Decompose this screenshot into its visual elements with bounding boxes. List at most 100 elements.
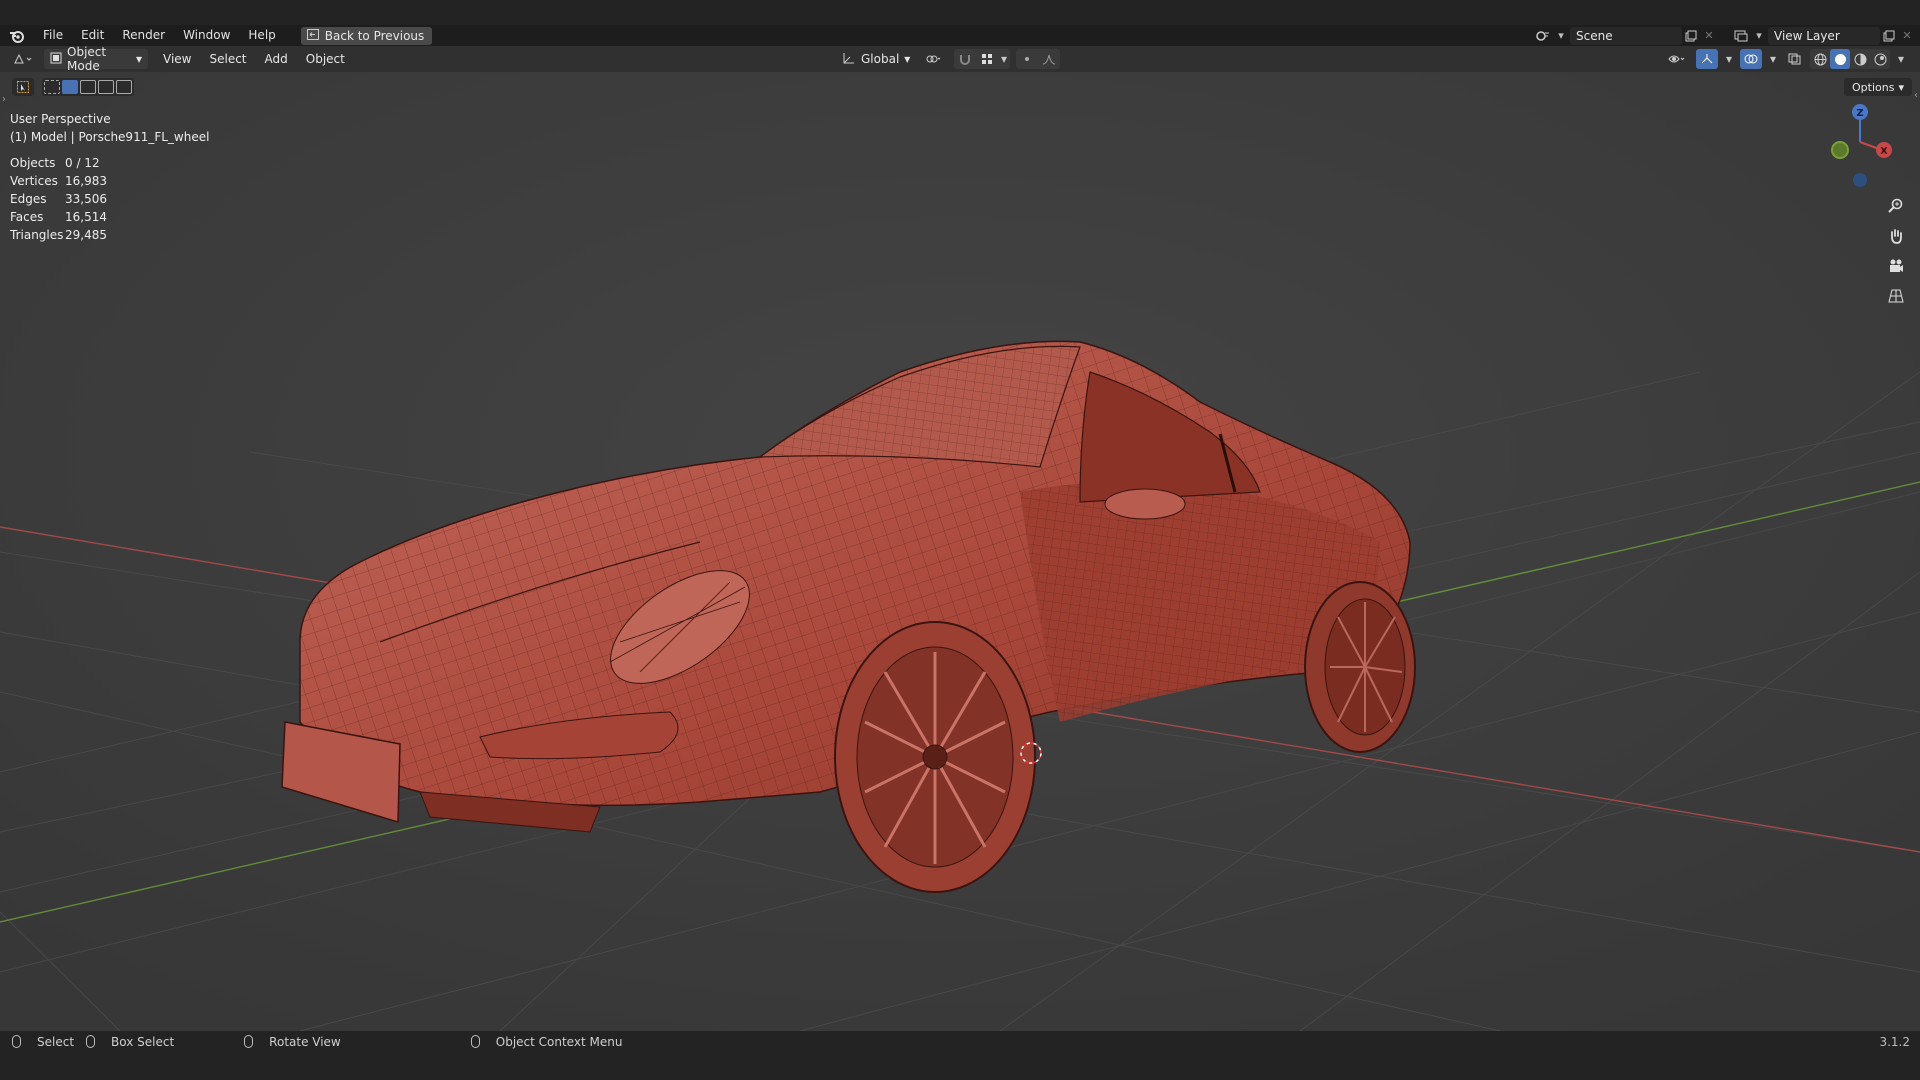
close-scene-icon[interactable]: ✕: [1700, 27, 1718, 45]
navigation-gizmo[interactable]: Z X: [1820, 102, 1900, 192]
object-mode-icon: [50, 52, 62, 67]
blender-logo-icon[interactable]: [0, 25, 34, 46]
chevron-down-icon[interactable]: ▾: [1552, 27, 1570, 45]
visibility-eye-icon[interactable]: [1662, 49, 1692, 69]
select-invert-icon[interactable]: [98, 80, 114, 94]
scene-selector[interactable]: Scene: [1570, 26, 1682, 45]
version-label: 3.1.2: [1879, 1034, 1910, 1049]
editor-type-icon[interactable]: [8, 49, 38, 69]
rendered-shading-icon[interactable]: [1870, 49, 1890, 69]
mouse-left-icon: [12, 1035, 21, 1048]
menu-edit[interactable]: Edit: [72, 25, 113, 46]
gizmo-x-label: X: [1880, 146, 1888, 157]
top-menu-bar: File Edit Render Window Help Back to Pre…: [0, 25, 1920, 46]
proportional-edit-icon[interactable]: [1016, 49, 1038, 69]
pan-hand-icon[interactable]: [1884, 224, 1908, 248]
snap-magnet-icon[interactable]: [954, 49, 976, 69]
stats-row-objects: Objects 0 / 12: [10, 154, 107, 172]
menu-help[interactable]: Help: [239, 25, 284, 46]
select-tool-icon[interactable]: [12, 78, 34, 96]
mouse-right-icon: [470, 1035, 480, 1048]
active-object-label: (1) Model | Porsche911_FL_wheel: [10, 130, 210, 144]
scene-statistics: Objects 0 / 12 Vertices 16,983 Edges 33,…: [10, 154, 107, 244]
status-context-menu-label: Object Context Menu: [495, 1034, 623, 1049]
camera-view-icon[interactable]: [1884, 254, 1908, 278]
pivot-point-icon[interactable]: [918, 49, 948, 69]
bottom-strip: [0, 1052, 1920, 1080]
mouse-drag-icon: [86, 1035, 96, 1048]
viewport-tool-row: [12, 78, 134, 96]
perspective-toggle-icon[interactable]: [1884, 284, 1908, 308]
status-box-select-label: Box Select: [111, 1034, 175, 1049]
header-menu-add[interactable]: Add: [256, 52, 297, 66]
shading-group: [1810, 49, 1890, 69]
snap-increment-icon[interactable]: [976, 49, 998, 69]
menu-render[interactable]: Render: [113, 25, 174, 46]
options-label: Options: [1852, 80, 1895, 94]
wireframe-shading-icon[interactable]: [1810, 49, 1830, 69]
stats-label: Edges: [10, 192, 47, 206]
select-intersect-icon[interactable]: [116, 80, 132, 94]
zoom-icon[interactable]: [1884, 194, 1908, 218]
perspective-label: User Perspective: [10, 112, 111, 126]
view-layer-name: View Layer: [1774, 28, 1840, 43]
back-to-previous-button[interactable]: Back to Previous: [300, 26, 433, 45]
chevron-down-icon[interactable]: ▾: [1766, 49, 1780, 69]
xray-toggle-icon[interactable]: [1784, 49, 1806, 69]
options-dropdown[interactable]: Options ▾: [1844, 78, 1912, 96]
stats-row-vertices: Vertices 16,983: [10, 172, 107, 190]
topbar-right: ▾ Scene ✕ ▾ View Layer ✕: [1534, 25, 1920, 46]
side-mirror: [1104, 488, 1186, 520]
front-wheel: [834, 621, 1036, 893]
overlays-toggle-icon[interactable]: [1740, 49, 1762, 69]
header-menu-view[interactable]: View: [154, 52, 200, 66]
chevron-down-icon: ▾: [135, 52, 142, 66]
status-select-label: Select: [37, 1034, 75, 1049]
toolbar-toggle-icon[interactable]: ›: [2, 94, 6, 105]
close-view-layer-icon[interactable]: ✕: [1898, 27, 1916, 45]
rear-wheel: [1304, 581, 1416, 753]
stats-value: 33,506: [65, 192, 107, 206]
select-subtract-icon[interactable]: [80, 80, 96, 94]
viewport-header: Object Mode ▾ View Select Add Object Glo…: [0, 45, 1920, 73]
stats-value: 0 / 12: [65, 156, 100, 170]
falloff-curve-icon[interactable]: [1038, 49, 1060, 69]
material-shading-icon[interactable]: [1850, 49, 1870, 69]
orientation-icon: [842, 52, 856, 67]
stats-row-triangles: Triangles 29,485: [10, 226, 107, 244]
stats-label: Objects: [10, 156, 56, 170]
view-layer-icon[interactable]: [1732, 27, 1750, 45]
chevron-down-icon: ▾: [1898, 80, 1904, 94]
header-menu-object[interactable]: Object: [297, 52, 354, 66]
3d-viewport[interactable]: Options ▾ User Perspective (1) Model | P…: [0, 72, 1920, 1031]
sidebar-toggle-icon[interactable]: ‹: [1914, 90, 1918, 101]
stats-label: Vertices: [10, 174, 58, 188]
stats-value: 16,514: [65, 210, 107, 224]
status-rotate-view-label: Rotate View: [269, 1034, 341, 1049]
select-extend-icon[interactable]: [62, 80, 78, 94]
transform-orientation-dropdown[interactable]: Global ▾: [836, 49, 912, 69]
header-menu-select[interactable]: Select: [200, 52, 255, 66]
new-view-layer-icon[interactable]: [1880, 27, 1898, 45]
stats-row-edges: Edges 33,506: [10, 190, 107, 208]
scene-type-icon[interactable]: [1534, 27, 1552, 45]
chevron-down-icon[interactable]: ▾: [1722, 49, 1736, 69]
gizmo-y-negative[interactable]: [1831, 141, 1849, 159]
mode-dropdown[interactable]: Object Mode ▾: [44, 45, 148, 73]
gizmo-z-negative[interactable]: [1853, 173, 1867, 187]
gizmo-toggle-icon[interactable]: [1696, 49, 1718, 69]
menu-file[interactable]: File: [34, 25, 72, 46]
new-scene-icon[interactable]: [1682, 27, 1700, 45]
chevron-down-icon[interactable]: ▾: [998, 49, 1010, 69]
status-box-select: Box Select: [86, 1035, 174, 1049]
view-layer-selector[interactable]: View Layer: [1768, 26, 1880, 45]
select-new-icon[interactable]: [44, 80, 60, 94]
chevron-down-icon[interactable]: ▾: [1750, 27, 1768, 45]
menu-window[interactable]: Window: [174, 25, 239, 46]
solid-shading-icon[interactable]: [1830, 49, 1850, 69]
back-icon: [306, 28, 319, 43]
chevron-down-icon[interactable]: ▾: [1894, 49, 1908, 69]
mode-label: Object Mode: [67, 45, 107, 73]
stats-label: Faces: [10, 210, 44, 224]
stats-value: 16,983: [65, 174, 107, 188]
